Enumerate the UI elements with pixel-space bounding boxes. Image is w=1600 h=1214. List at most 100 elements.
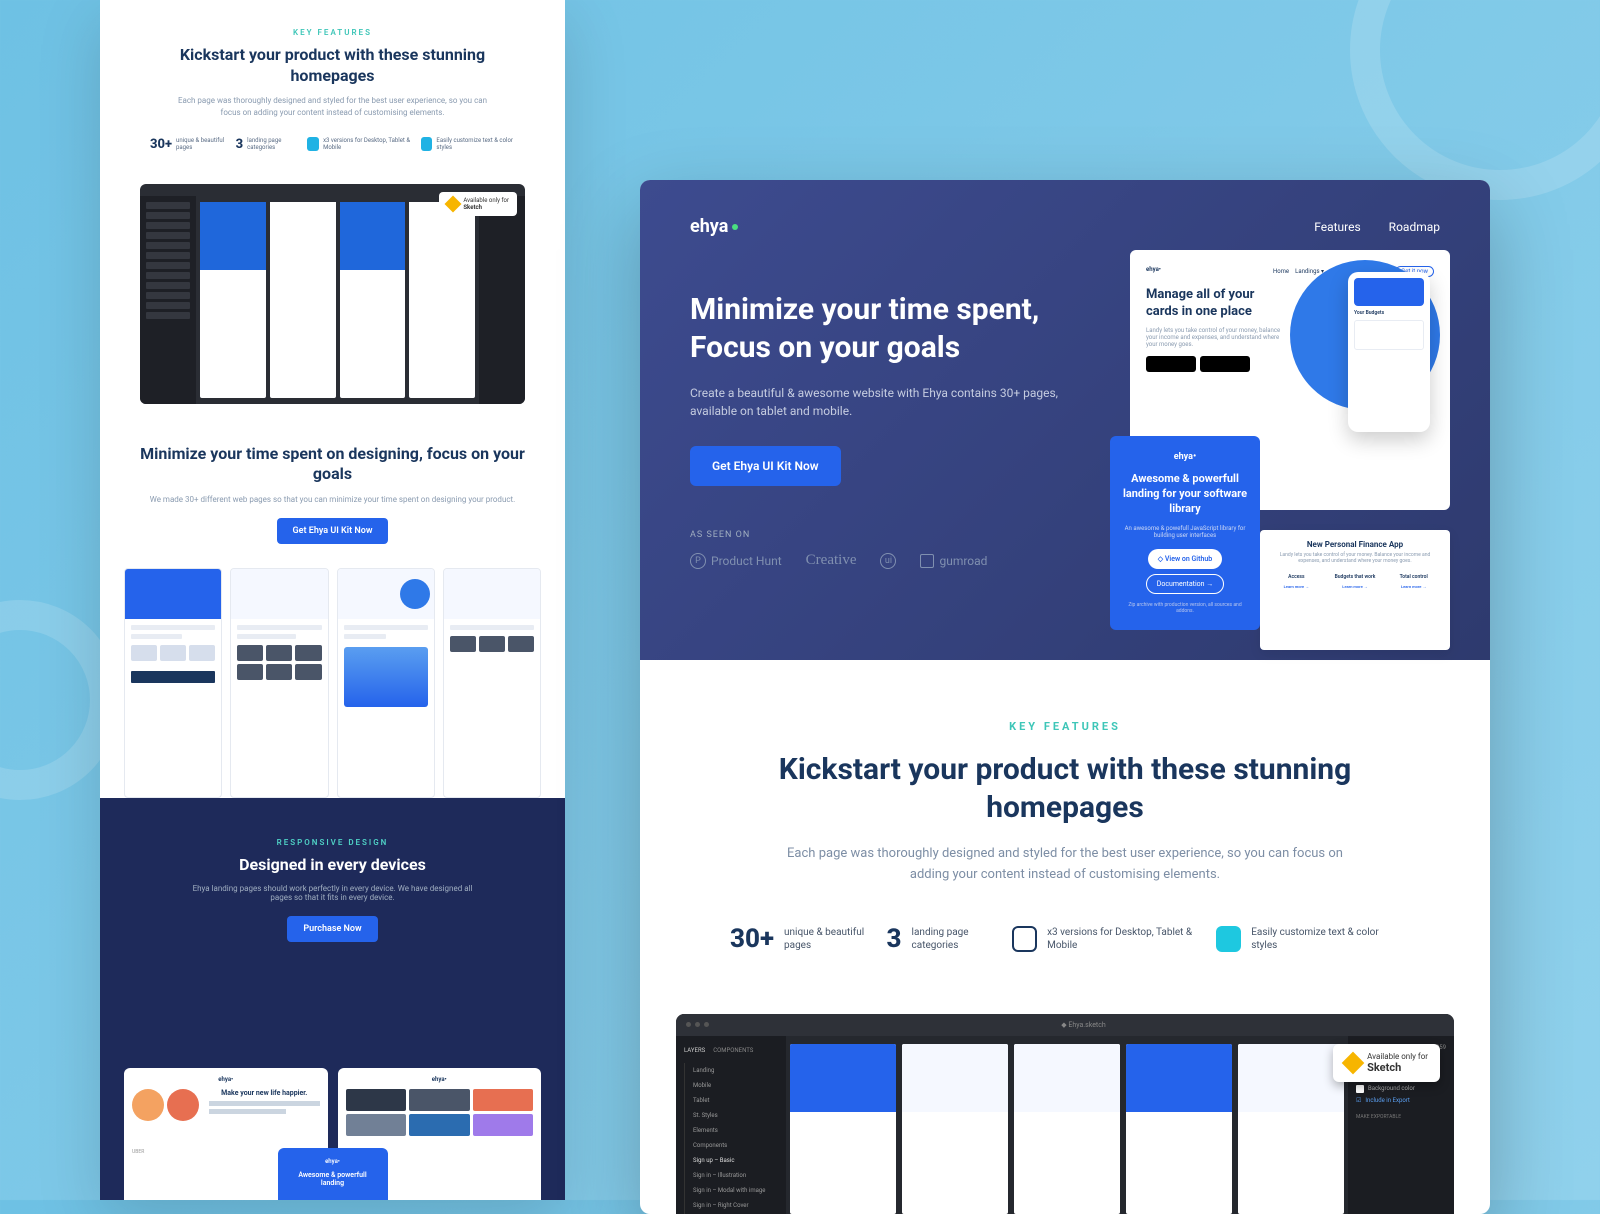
sketch-badge: Available only for Sketch — [439, 192, 517, 216]
stat-item: 30+ unique & beautiful pages — [150, 137, 228, 152]
inspector-item: MAKE EXPORTABLE — [1356, 1114, 1446, 1120]
card-desc: An awesome & powefull JavaScript library… — [1122, 525, 1248, 539]
mobile-popup: ehya• Awesome & powerfull landing — [278, 1148, 388, 1200]
stat-label: Easily customize text & color styles — [1251, 926, 1400, 952]
eyebrow-label: KEY FEATURES — [710, 720, 1420, 733]
creative-logo: Creative — [806, 552, 857, 569]
sketch-toolbar: ◆ Ehya.sketch — [676, 1014, 1454, 1036]
logo[interactable]: ehya — [690, 216, 738, 237]
googleplay-badge[interactable] — [1200, 356, 1250, 372]
section-title: Designed in every devices — [140, 855, 525, 874]
layer-item[interactable]: Elements — [684, 1123, 778, 1138]
cta-desc: We made 30+ different web pages so that … — [140, 495, 525, 504]
layer-item[interactable]: Sign in – Left Cover — [684, 1213, 778, 1214]
logo-dot-icon — [732, 224, 738, 230]
sketch-app-preview: Available only for Sketch — [140, 184, 525, 404]
get-kit-button[interactable]: Get Ehya UI Kit Now — [277, 518, 389, 544]
layer-item[interactable]: Landing — [684, 1063, 778, 1078]
inspector-item: Background color — [1368, 1085, 1415, 1093]
sketch-canvas — [790, 1044, 1344, 1214]
purchase-button[interactable]: Purchase Now — [287, 916, 377, 942]
stat-item: x3 versions for Desktop, Tablet & Mobile — [307, 137, 412, 152]
eyebrow-label: RESPONSIVE DESIGN — [140, 838, 525, 847]
stat-item: 3 landing page categories — [236, 137, 300, 152]
thumbnails-row — [100, 568, 565, 798]
features-section: KEY FEATURES Kickstart your product with… — [640, 660, 1490, 984]
appstore-badge[interactable] — [1146, 356, 1196, 372]
layer-item[interactable]: Sign in – Illustration — [684, 1168, 778, 1183]
right-preview-panel: ehya Features Roadmap Minimize your time… — [640, 180, 1490, 1214]
popup-text: Awesome & powerfull landing — [288, 1171, 378, 1187]
hero-mockup-stack: ehya• HomeLandings ▾Pages ▾DocsHelpGet i… — [1110, 250, 1450, 630]
page-thumbnail[interactable] — [124, 568, 222, 798]
sketch-diamond-icon — [445, 195, 462, 212]
layer-item[interactable]: Mobile — [684, 1078, 778, 1093]
components-tab[interactable]: COMPONENTS — [713, 1044, 753, 1057]
card-title: New Personal Finance App — [1270, 540, 1440, 549]
stat-number: 3 — [887, 924, 902, 954]
section-title: Kickstart your product with these stunni… — [140, 45, 525, 87]
stat-label: x3 versions for Desktop, Tablet & Mobile — [1047, 926, 1216, 952]
section-desc: Each page was thoroughly designed and st… — [785, 844, 1345, 886]
gumroad-logo: gumroad — [920, 554, 987, 568]
stat-item: 30+ unique & beautiful pages — [730, 924, 887, 954]
features-section: KEY FEATURES Kickstart your product with… — [100, 0, 565, 170]
top-nav: ehya Features Roadmap — [690, 216, 1440, 237]
layer-item[interactable]: Sign in – Modal with image — [684, 1183, 778, 1198]
customize-icon — [1216, 926, 1241, 952]
device-thumbnails: ehya• Make your new life happier. UBER e… — [124, 1068, 541, 1200]
mockup-title: Manage all of your cards in one place — [1146, 287, 1286, 321]
page-thumbnail[interactable] — [230, 568, 328, 798]
left-preview-panel: KEY FEATURES Kickstart your product with… — [100, 0, 565, 1200]
page-thumbnail[interactable] — [443, 568, 541, 798]
nav-roadmap[interactable]: Roadmap — [1389, 220, 1440, 234]
hero-section: ehya Features Roadmap Minimize your time… — [640, 180, 1490, 660]
stat-label: unique & beautiful pages — [176, 137, 228, 151]
inspector-item[interactable]: Include in Export — [1365, 1097, 1410, 1104]
hero-cta-button[interactable]: Get Ehya UI Kit Now — [690, 446, 841, 486]
github-button[interactable]: ◇ View on Github — [1148, 549, 1222, 569]
layer-item[interactable]: Sign up – Basic — [684, 1153, 778, 1168]
stat-item: 3 landing page categories — [887, 924, 1013, 954]
sketch-canvas — [200, 202, 475, 398]
layer-item[interactable]: St. Styles — [684, 1108, 778, 1123]
sketch-app-preview: ◆ Ehya.sketch LAYERS COMPONENTS Landing … — [676, 1014, 1454, 1214]
page-thumbnail[interactable] — [337, 568, 435, 798]
devices-icon — [1012, 926, 1037, 952]
ui8-logo: ui — [880, 553, 896, 569]
sketch-badge: Available only for Sketch — [1333, 1044, 1440, 1082]
stat-label: x3 versions for Desktop, Tablet & Mobile — [323, 137, 413, 151]
card-footnote: Zip archive with production version, all… — [1122, 602, 1248, 614]
responsive-section: RESPONSIVE DESIGN Designed in every devi… — [100, 798, 565, 1200]
section-desc: Ehya landing pages should work perfectly… — [183, 884, 483, 902]
stat-label: landing page categories — [247, 137, 299, 151]
thumb-title: Make your new life happier. — [209, 1089, 320, 1097]
devices-icon — [307, 137, 319, 151]
stat-label: Easily customize text & color styles — [436, 137, 515, 151]
docs-button[interactable]: Documentation → — [1146, 574, 1225, 594]
layer-item[interactable]: Components — [684, 1138, 778, 1153]
stat-number: 3 — [236, 137, 244, 152]
hero-title: Minimize your time spent, Focus on your … — [690, 291, 1110, 366]
nav-links: Features Roadmap — [1314, 220, 1440, 234]
stat-number: 30+ — [730, 924, 774, 954]
badge-bold: Sketch — [1367, 1061, 1428, 1074]
sketch-layers-panel: LAYERS COMPONENTS Landing Mobile Tablet … — [676, 1036, 786, 1214]
cta-section: Minimize your time spent on designing, f… — [100, 404, 565, 569]
nav-features[interactable]: Features — [1314, 220, 1360, 234]
customize-icon — [421, 137, 433, 151]
badge-text: Available only for — [463, 197, 509, 204]
bg-decoration — [1350, 0, 1600, 200]
layers-tab[interactable]: LAYERS — [684, 1044, 705, 1057]
layer-item[interactable]: Tablet — [684, 1093, 778, 1108]
hero-desc: Create a beautiful & awesome website wit… — [690, 384, 1070, 420]
stat-item: Easily customize text & color styles — [421, 137, 515, 152]
stats-row: 30+ unique & beautiful pages 3 landing p… — [140, 137, 525, 152]
sketch-sidebar — [140, 196, 196, 404]
stat-label: landing page categories — [912, 926, 1013, 952]
phone-mockup: Your Budgets — [1348, 272, 1430, 432]
card-logo: ehya• — [1122, 452, 1248, 462]
stats-row: 30+ unique & beautiful pages 3 landing p… — [710, 924, 1420, 954]
section-title: Kickstart your product with these stunni… — [710, 751, 1420, 826]
stat-number: 30+ — [150, 137, 172, 152]
